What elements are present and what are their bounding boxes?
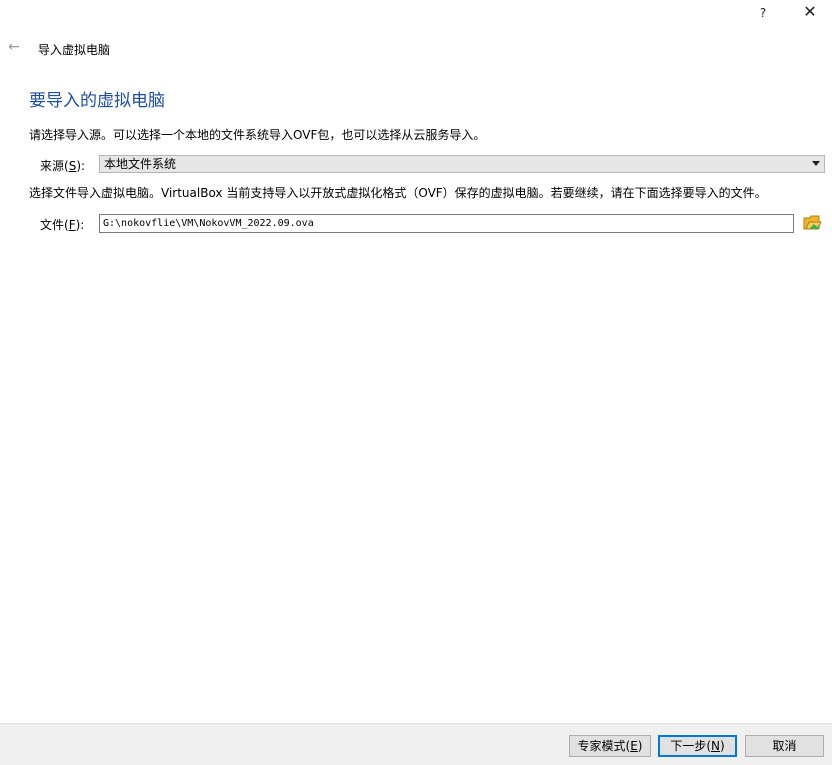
back-arrow-icon[interactable]: ← [5,38,23,56]
source-label: 来源(S): [40,159,86,173]
folder-open-icon[interactable] [802,213,822,233]
next-button[interactable]: 下一步(N) [658,735,737,757]
intro-text: 请选择导入源。可以选择一个本地的文件系统导入OVF包，也可以选择从云服务导入。 [29,128,486,142]
expert-mode-button[interactable]: 专家模式(E) [569,735,651,757]
folder-open-icon-graphic [803,215,822,230]
import-appliance-window: ? ✕ ← 导入虚拟电脑 要导入的虚拟电脑 请选择导入源。可以选择一个本地的文件… [0,0,832,765]
footer-bar: 专家模式(E) 下一步(N) 取消 [0,723,832,765]
file-label: 文件(F): [40,218,85,232]
page-title: 要导入的虚拟电脑 [29,91,165,111]
file-path-input[interactable]: G:\nokovflie\VM\NokovVM_2022.09.ova [99,214,794,233]
description-text: 选择文件导入虚拟电脑。VirtualBox 当前支持导入以开放式虚拟化格式（OV… [29,186,767,200]
help-button[interactable]: ? [752,2,774,24]
chevron-down-icon [812,161,820,166]
close-button[interactable]: ✕ [797,0,823,24]
source-select[interactable]: 本地文件系统 [99,155,825,173]
wizard-title: 导入虚拟电脑 [38,43,111,57]
source-select-value: 本地文件系统 [104,157,177,171]
cancel-button[interactable]: 取消 [745,735,824,757]
